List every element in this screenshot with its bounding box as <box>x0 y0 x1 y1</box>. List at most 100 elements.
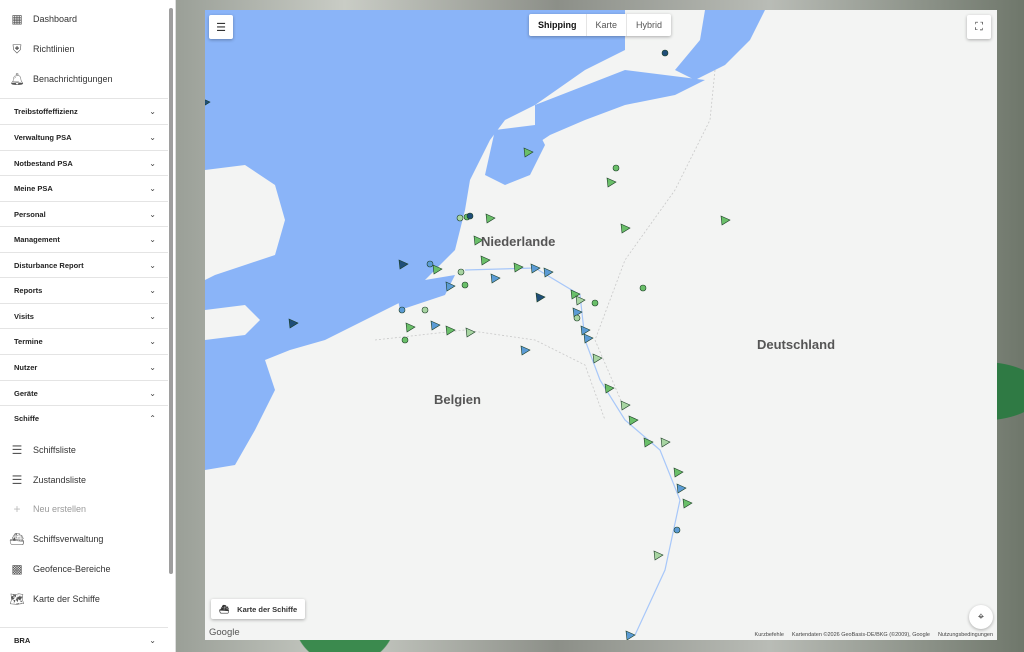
ship-marker[interactable] <box>426 260 434 268</box>
ship-marker[interactable] <box>720 215 731 226</box>
ship-marker[interactable] <box>456 214 464 222</box>
map-type-hybrid[interactable]: Hybrid <box>626 14 671 36</box>
ship-marker[interactable] <box>620 223 631 234</box>
ship-marker[interactable] <box>466 212 474 220</box>
ship-marker[interactable] <box>620 400 631 411</box>
section-geraete[interactable]: Geräte ⌄ <box>0 380 168 406</box>
map-type-karte[interactable]: Karte <box>585 14 627 36</box>
recenter-button[interactable]: ⌖ <box>969 605 993 629</box>
ship-marker[interactable] <box>430 320 441 331</box>
sidebar-item-label: Benachrichtigungen <box>33 74 113 84</box>
ship-map[interactable]: Niederlande Deutschland Belgien ☰ Shippi… <box>205 10 997 640</box>
ship-marker[interactable] <box>660 437 671 448</box>
ship-marker[interactable] <box>628 415 639 426</box>
ship-marker[interactable] <box>604 383 615 394</box>
ship-marker[interactable] <box>573 314 581 322</box>
section-verwaltung-psa[interactable]: Verwaltung PSA ⌄ <box>0 124 168 150</box>
sidebar: ▦ Dashboard ⛨ Richtlinien 🔔︎ Benachricht… <box>0 0 176 652</box>
ship-icon: ⛴ <box>9 532 25 546</box>
chevron-down-icon: ⌄ <box>149 636 156 645</box>
map-type-shipping[interactable]: Shipping <box>529 14 586 36</box>
ship-marker[interactable] <box>401 336 409 344</box>
section-notbestand-psa[interactable]: Notbestand PSA ⌄ <box>0 150 168 176</box>
ship-marker[interactable] <box>461 281 469 289</box>
ship-marker[interactable] <box>661 49 669 57</box>
chevron-down-icon: ⌄ <box>149 261 156 270</box>
section-management[interactable]: Management ⌄ <box>0 226 168 252</box>
sidebar-item-benachrichtigungen[interactable]: 🔔︎ Benachrichtigungen <box>0 64 168 94</box>
section-label: Visits <box>14 312 34 321</box>
ship-marker[interactable] <box>485 213 496 224</box>
section-treibstoffeffizienz[interactable]: Treibstoffeffizienz ⌄ <box>0 98 168 124</box>
terms-link[interactable]: Nutzungsbedingungen <box>938 632 993 638</box>
chevron-up-icon: ⌃ <box>149 414 156 423</box>
sidebar-scrollbar[interactable] <box>169 8 173 574</box>
ship-marker[interactable] <box>639 284 647 292</box>
section-nutzer[interactable]: Nutzer ⌄ <box>0 354 168 380</box>
dashboard-icon: ▦ <box>11 12 23 26</box>
sidebar-item-karte-der-schiffe[interactable]: 🗺︎ Karte der Schiffe <box>0 584 168 614</box>
section-meine-psa[interactable]: Meine PSA ⌄ <box>0 175 168 201</box>
rhine-river <box>464 267 681 636</box>
ship-marker[interactable] <box>583 333 594 344</box>
google-logo: Google <box>209 627 240 638</box>
section-label: Disturbance Report <box>14 261 84 270</box>
ship-marker[interactable] <box>490 273 501 284</box>
shortcuts-link[interactable]: Kurzbefehle <box>755 632 784 638</box>
ship-marker[interactable] <box>520 345 531 356</box>
section-personal[interactable]: Personal ⌄ <box>0 201 168 227</box>
bell-icon: 🔔︎ <box>9 72 25 86</box>
ship-marker[interactable] <box>580 325 591 336</box>
border-be <box>374 329 606 421</box>
ship-marker[interactable] <box>421 306 429 314</box>
chevron-down-icon: ⌄ <box>149 337 156 346</box>
chevron-down-icon: ⌄ <box>149 235 156 244</box>
sidebar-item-dashboard[interactable]: ▦ Dashboard <box>0 4 168 34</box>
ship-marker[interactable] <box>591 299 599 307</box>
layer-label-control[interactable]: ⛴ Karte der Schiffe <box>211 599 306 619</box>
ship-marker[interactable] <box>480 255 491 266</box>
sidebar-item-geofence-bereiche[interactable]: ▩ Geofence-Bereiche <box>0 554 168 584</box>
ship-marker[interactable] <box>457 268 465 276</box>
sidebar-item-label: Geofence-Bereiche <box>33 564 111 574</box>
fullscreen-button[interactable]: ⛶ <box>967 15 991 39</box>
ship-marker[interactable] <box>643 437 654 448</box>
geofence-icon: ▩ <box>11 562 23 576</box>
section-schiffe[interactable]: Schiffe ⌃ <box>0 405 168 431</box>
sidebar-item-label: Schiffsliste <box>33 445 76 455</box>
ship-marker[interactable] <box>535 292 546 303</box>
ship-marker[interactable] <box>625 630 636 640</box>
ship-marker[interactable] <box>405 322 416 333</box>
section-label: Termine <box>14 337 43 346</box>
ship-marker[interactable] <box>398 306 406 314</box>
sidebar-item-label: Dashboard <box>33 14 78 24</box>
sidebar-item-richtlinien[interactable]: ⛨ Richtlinien <box>0 34 168 64</box>
section-bra[interactable]: BRA ⌄ <box>0 627 168 652</box>
german-bight-water <box>675 10 765 80</box>
sidebar-item-schiffsliste[interactable]: ☰ Schiffsliste <box>0 435 168 465</box>
list-toggle-button[interactable]: ☰ <box>209 15 233 39</box>
ship-marker[interactable] <box>673 526 681 534</box>
section-reports[interactable]: Reports ⌄ <box>0 277 168 303</box>
chevron-down-icon: ⌄ <box>149 107 156 116</box>
ship-marker[interactable] <box>530 263 541 274</box>
ship-marker[interactable] <box>606 177 617 188</box>
ship-marker[interactable] <box>682 498 693 509</box>
shield-icon: ⛨ <box>12 41 22 56</box>
sidebar-item-schiffsverwaltung[interactable]: ⛴ Schiffsverwaltung <box>0 524 168 554</box>
section-visits[interactable]: Visits ⌄ <box>0 303 168 329</box>
ship-marker[interactable] <box>465 327 476 338</box>
ship-marker[interactable] <box>445 325 456 336</box>
sidebar-item-zustandsliste[interactable]: ☰ Zustandsliste <box>0 465 168 495</box>
chevron-down-icon: ⌄ <box>149 286 156 295</box>
section-termine[interactable]: Termine ⌄ <box>0 328 168 354</box>
ship-marker[interactable] <box>653 550 664 561</box>
chevron-down-icon: ⌄ <box>149 184 156 193</box>
ship-marker[interactable] <box>592 353 603 364</box>
ship-marker[interactable] <box>676 483 687 494</box>
ship-marker[interactable] <box>673 467 684 478</box>
ship-marker[interactable] <box>612 164 620 172</box>
section-label: Nutzer <box>14 363 38 372</box>
ship-marker[interactable] <box>513 262 524 273</box>
section-disturbance-report[interactable]: Disturbance Report ⌄ <box>0 252 168 278</box>
